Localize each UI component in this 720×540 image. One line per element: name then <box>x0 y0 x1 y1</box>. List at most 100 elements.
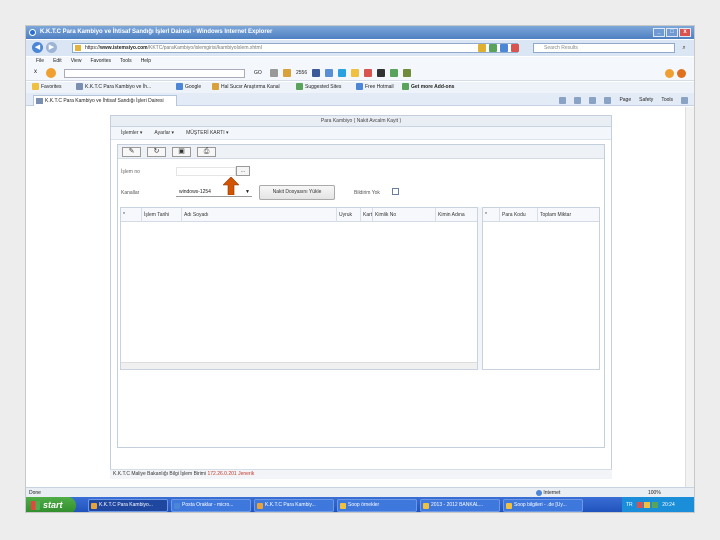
search-input[interactable]: Search Results <box>533 43 675 53</box>
twitter-icon[interactable] <box>338 69 347 77</box>
taskbar-item[interactable]: K.K.T.C Para Kambiy... <box>254 499 334 512</box>
tray-icon[interactable] <box>651 501 658 508</box>
taskbar-item[interactable]: 2013 - 2012 BANKAL... <box>420 499 500 512</box>
address-bar[interactable]: https://www.istemsiyo.com/KKTC/paraKambi… <box>72 43 518 53</box>
col-select[interactable]: * <box>121 208 141 222</box>
toolbar-icon[interactable] <box>390 69 399 77</box>
tray-icon[interactable] <box>644 501 651 508</box>
system-tray: TR 20:24 <box>622 497 694 512</box>
language-indicator[interactable]: TR <box>626 502 633 508</box>
url-rest: /KKTC/paraKambiyo/islemgirisi/kambiyoIsl… <box>147 45 262 51</box>
forward-button[interactable]: ▶ <box>46 42 57 53</box>
url-prefix: https:// <box>85 45 101 51</box>
tray-icon[interactable] <box>637 501 644 508</box>
print-button[interactable]: ⎙ <box>197 147 216 157</box>
page-icon <box>36 98 43 104</box>
go-button[interactable]: GO <box>254 70 262 76</box>
col-adi-soyadi[interactable]: Adı Soyadı <box>181 208 336 222</box>
bildirim-checkbox[interactable] <box>392 188 399 195</box>
menu-view[interactable]: View <box>71 57 82 66</box>
help-icon[interactable] <box>681 96 688 104</box>
favorites-button[interactable]: Favorites <box>32 82 62 93</box>
nakit-upload-button[interactable]: Nakit Dosyasını Yükle <box>259 185 335 200</box>
close-button[interactable]: x <box>679 28 691 37</box>
favorite-item[interactable]: Hal Sucsr Araştırma Kanal <box>212 82 280 93</box>
taskbar-item[interactable]: Soop bilgileri - .de [Uy... <box>503 499 583 512</box>
minimize-button[interactable]: _ <box>653 28 665 37</box>
compatibility-icon[interactable] <box>489 44 497 52</box>
facebook-icon[interactable] <box>312 69 321 77</box>
page-icon <box>76 83 83 91</box>
page-menu[interactable]: Page <box>619 96 631 104</box>
toolbar-icon[interactable] <box>377 69 386 77</box>
close-toolbar-icon[interactable]: x <box>34 69 37 75</box>
url-domain: www.istemsiyo.com <box>100 45 148 51</box>
islem-no-input[interactable] <box>176 167 236 176</box>
screenshot-frame: K.K.T.C Para Kambiyo ve İhtisaf Sandığı … <box>25 25 695 513</box>
horizontal-scrollbar[interactable] <box>121 362 477 369</box>
col-select[interactable]: * <box>483 208 499 222</box>
smiley-icon[interactable] <box>351 69 360 77</box>
home-icon[interactable] <box>559 96 567 104</box>
toolbar-icon[interactable] <box>283 69 291 77</box>
taskbar-item[interactable]: Posta Oraklar - micro... <box>171 499 251 512</box>
back-button[interactable]: ◀ <box>32 42 43 53</box>
search-icon[interactable]: ⌕ <box>678 43 690 53</box>
tools-menu[interactable]: Tools <box>661 96 673 104</box>
col-para-kodu[interactable]: Para Kodu <box>499 208 537 222</box>
taskbar-item[interactable]: K.K.T.C Para Kambiyo... <box>88 499 168 512</box>
clock[interactable]: 20:24 <box>662 502 675 508</box>
toolbar-icon[interactable] <box>325 69 334 77</box>
menu-favorites[interactable]: Favorites <box>90 57 111 66</box>
menu-file[interactable]: File <box>36 57 44 66</box>
islem-lookup-button[interactable]: ... <box>236 166 250 176</box>
toolbar-icon[interactable] <box>403 69 412 77</box>
menu-tools[interactable]: Tools <box>120 57 132 66</box>
menu-islemler[interactable]: İşlemler ▾ <box>121 127 142 139</box>
page-content: Para Kambiyo ( Nakit Avcalm Kayit ) İşle… <box>26 107 694 487</box>
safety-menu[interactable]: Safety <box>639 96 653 104</box>
refresh-icon[interactable] <box>500 44 508 52</box>
refresh-button[interactable]: ↻ <box>147 147 166 157</box>
toolbar-logo-icon <box>46 68 56 78</box>
menu-ayarlar[interactable]: Ayarlar ▾ <box>154 127 174 139</box>
menu-musteri-karti[interactable]: MÜŞTERİ KARTI ▾ <box>186 127 228 139</box>
menu-edit[interactable]: Edit <box>53 57 62 66</box>
feeds-icon[interactable] <box>574 96 582 104</box>
col-kimin-adina[interactable]: Kimin Adına <box>435 208 477 222</box>
print-icon[interactable] <box>604 96 612 104</box>
kanal-select[interactable]: windows-1254 ▼ <box>176 188 252 197</box>
browser-tab[interactable]: K.K.T.C Para Kambiyo ve İhtisaf Sandığı … <box>33 95 177 106</box>
favorite-item[interactable]: Suggested Sites <box>296 82 341 93</box>
col-uyruk[interactable]: Uyruk <box>336 208 360 222</box>
menu-help[interactable]: Help <box>141 57 151 66</box>
favorite-item[interactable]: Google <box>176 82 201 93</box>
lock-icon[interactable] <box>478 44 486 52</box>
favorite-item[interactable]: Free Hotmail <box>356 82 394 93</box>
mail-icon[interactable] <box>589 96 597 104</box>
taskbar-item[interactable]: Soop örnekler <box>337 499 417 512</box>
toolbar-settings-icon[interactable] <box>665 69 674 78</box>
save-button[interactable]: ▣ <box>172 147 191 157</box>
col-kimlik-no[interactable]: Kimlik No <box>372 208 435 222</box>
app-icon <box>257 503 263 509</box>
app-icon <box>174 503 180 509</box>
stop-icon[interactable] <box>511 44 519 52</box>
favorite-item[interactable]: K.K.T.C Para Kambiyo ve İh... <box>76 82 151 93</box>
col-kart[interactable]: Kart <box>360 208 372 222</box>
toolbar-power-icon[interactable] <box>677 69 686 78</box>
toolbar-icon[interactable] <box>270 69 278 77</box>
taskbar-item-label: Posta Oraklar - micro... <box>182 502 234 508</box>
col-toplam-miktar[interactable]: Toplam Miktar <box>537 208 599 222</box>
favorite-item[interactable]: Get more Add-ons <box>402 82 454 93</box>
toolbar-counter[interactable]: 2556 <box>296 70 307 76</box>
start-button[interactable]: start <box>26 497 76 512</box>
tab-row: K.K.T.C Para Kambiyo ve İhtisaf Sandığı … <box>26 93 694 106</box>
toolbar-icon[interactable] <box>364 69 373 77</box>
window-title: K.K.T.C Para Kambiyo ve İhtisaf Sandığı … <box>40 29 273 35</box>
edit-button[interactable]: ✎ <box>122 147 141 157</box>
toolbar-search-input[interactable] <box>64 69 245 78</box>
page-vertical-scrollbar[interactable] <box>685 107 694 487</box>
maximize-button[interactable]: □ <box>666 28 678 37</box>
col-islem-tarihi[interactable]: İşlem Tarihi <box>141 208 181 222</box>
